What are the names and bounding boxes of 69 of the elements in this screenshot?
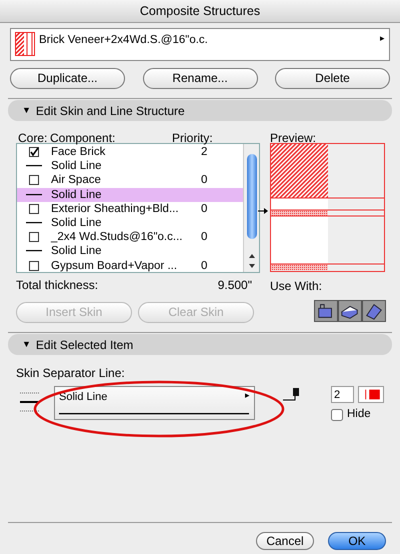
component-name: Solid Line xyxy=(51,188,103,202)
priority-value: 2 xyxy=(201,145,208,160)
list-row[interactable]: Solid Line xyxy=(17,244,243,258)
core-checkbox[interactable] xyxy=(29,260,39,271)
column-header: Core: xyxy=(17,130,48,143)
total-thickness-value: 9.500" xyxy=(218,277,252,294)
list-row[interactable]: Face Brick 2 xyxy=(17,145,243,160)
menu-arrow[interactable]: ▸ xyxy=(245,389,250,406)
line-type-name: Solid Line xyxy=(59,390,108,405)
component-name: Exterior Sheathing+Bld... xyxy=(51,202,180,216)
line-icon xyxy=(26,194,42,196)
arrow-icon xyxy=(258,208,268,214)
column-header: Priority: xyxy=(172,130,213,143)
component-name: _2x4 Wd.Studs@16"o.c... xyxy=(51,230,184,244)
box-icon[interactable] xyxy=(314,300,338,322)
core-checkbox[interactable] xyxy=(29,175,39,186)
component-name: Solid Line xyxy=(51,244,103,258)
use-with-label: Use With: xyxy=(270,278,324,295)
total-thickness-label: Total thickness: xyxy=(16,277,98,294)
column-header: Component: xyxy=(50,130,116,143)
list-row[interactable]: Solid Line xyxy=(17,216,243,230)
priority-value: 0 xyxy=(201,230,208,244)
list-row[interactable]: Solid Line xyxy=(17,159,243,174)
priority-value: 0 xyxy=(201,202,208,216)
component-name: Solid Line xyxy=(51,159,103,174)
action-button[interactable]: Duplicate... xyxy=(10,68,125,89)
core-checkbox[interactable] xyxy=(29,147,39,158)
line-style-icon xyxy=(20,390,40,414)
menu-arrow[interactable]: ▸ xyxy=(380,32,385,46)
window-title: Composite Structures xyxy=(0,0,400,23)
color-swatch[interactable] xyxy=(358,386,384,403)
structure-selector[interactable]: Brick Veneer+2x4Wd.S.@16"o.c. ▸ xyxy=(10,28,390,61)
line-icon xyxy=(26,250,42,252)
roof-icon[interactable] xyxy=(362,300,386,322)
list-row[interactable]: Air Space 0 xyxy=(17,173,243,188)
priority-value: 0 xyxy=(201,173,208,188)
component-name: Solid Line xyxy=(51,216,103,230)
disclosure-toggle[interactable]: ▼ xyxy=(22,104,31,118)
pen-icon[interactable] xyxy=(283,386,301,402)
action-button[interactable]: Delete xyxy=(275,68,390,89)
dialog-button[interactable]: OK xyxy=(328,532,386,550)
component-name: Face Brick xyxy=(51,145,106,160)
hide-checkbox[interactable] xyxy=(331,408,343,421)
section-title: Edit Selected Item xyxy=(36,336,134,354)
list-row[interactable]: Gypsum Board+Vapor ... 0 xyxy=(17,258,243,273)
line-type-selector[interactable]: Solid Line ▸ xyxy=(54,386,255,420)
list-row[interactable]: Solid Line xyxy=(17,188,243,202)
disclosure-toggle[interactable]: ▼ xyxy=(22,338,31,352)
list-row[interactable]: _2x4 Wd.Studs@16"o.c... 0 xyxy=(17,230,243,244)
core-checkbox[interactable] xyxy=(29,232,39,242)
component-name: Air Space xyxy=(51,173,102,188)
preview-label: Preview: xyxy=(270,130,318,143)
pen-number-field[interactable]: 2 xyxy=(331,386,354,403)
separator-label: Skin Separator Line: xyxy=(16,365,126,382)
slab-icon[interactable] xyxy=(338,300,362,322)
dialog-button[interactable]: Cancel xyxy=(256,532,314,550)
action-button[interactable]: Rename... xyxy=(142,68,258,89)
structure-name: Brick Veneer+2x4Wd.S.@16"o.c. xyxy=(39,33,209,48)
priority-value: 0 xyxy=(201,258,208,273)
core-checkbox[interactable] xyxy=(29,204,39,214)
line-icon xyxy=(26,165,42,168)
wall-structure-icon xyxy=(15,32,35,56)
scrollbar[interactable] xyxy=(243,144,259,272)
hide-label: Hide xyxy=(347,407,371,422)
scroll-arrows-icon[interactable] xyxy=(248,252,256,270)
line-icon xyxy=(26,222,42,224)
component-name: Gypsum Board+Vapor ... xyxy=(51,258,178,273)
section-title: Edit Skin and Line Structure xyxy=(36,102,185,120)
list-row[interactable]: Exterior Sheathing+Bld... 0 xyxy=(17,202,243,216)
